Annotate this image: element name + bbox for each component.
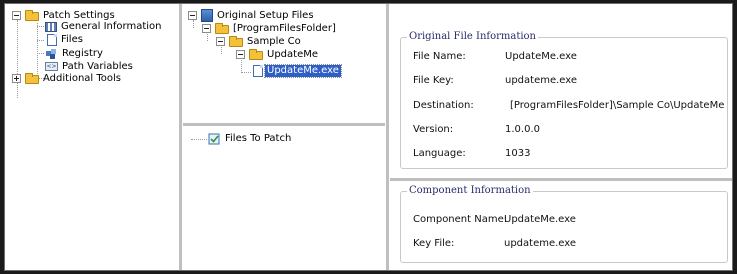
middle-pane-splitter[interactable]	[183, 123, 385, 126]
component-information-title: Component Information	[407, 185, 533, 196]
component-name-value: UpdateMe.exe	[504, 214, 576, 225]
left-pane-splitter[interactable]	[179, 4, 182, 270]
tree-node-registry[interactable]: Registry	[45, 47, 105, 60]
tree-label-updateme-exe: UpdateMe.exe	[264, 63, 342, 78]
file-icon	[253, 64, 263, 77]
files-icon	[47, 33, 57, 46]
collapse-updateme-toggle[interactable]	[236, 50, 245, 59]
collapse-original-setup-files-toggle[interactable]	[188, 11, 197, 20]
language-label: Language:	[413, 148, 466, 159]
patch-settings-tree-pane: Patch Settings General Information Files…	[7, 6, 177, 268]
main-window: Patch Settings General Information Files…	[4, 3, 733, 271]
tree-label-path-variables: Path Variables	[62, 60, 133, 72]
folder-closed-icon	[25, 73, 39, 84]
expand-additional-tools-toggle[interactable]	[12, 74, 21, 83]
tree-node-sample-co[interactable]: Sample Co	[216, 35, 303, 48]
version-value: 1.0.0.0	[505, 124, 540, 135]
tree-label-updateme-folder: UpdateMe	[267, 48, 318, 60]
folder-open-icon	[229, 36, 243, 47]
original-files-tree-pane: Original Setup Files [ProgramFilesFolder…	[183, 6, 385, 122]
patch-settings-tree: Patch Settings General Information Files…	[7, 6, 177, 268]
tree-node-original-setup-files[interactable]: Original Setup Files	[188, 9, 316, 22]
folder-open-icon	[25, 10, 39, 21]
collapse-sample-co-toggle[interactable]	[216, 37, 225, 46]
original-file-information-title: Original File Information	[407, 31, 539, 42]
setup-package-icon	[201, 9, 213, 22]
right-pane-splitter[interactable]	[386, 4, 389, 270]
destination-value: [ProgramFilesFolder]\Sample Co\UpdateMe	[510, 100, 725, 111]
tree-node-files[interactable]: Files	[45, 33, 85, 46]
tree-node-general-information[interactable]: General Information	[45, 20, 163, 33]
tree-node-updateme-exe[interactable]: UpdateMe.exe	[251, 63, 342, 78]
tree-label-program-files-folder: [ProgramFilesFolder]	[233, 22, 336, 34]
tree-label-sample-co: Sample Co	[247, 35, 301, 47]
file-key-value: updateme.exe	[505, 75, 578, 86]
general-information-icon	[45, 21, 57, 32]
tree-label-general-information: General Information	[61, 20, 162, 32]
component-information-group: Component Information Component Name: Up…	[400, 185, 728, 263]
collapse-patch-settings-toggle[interactable]	[12, 11, 21, 20]
registry-icon	[45, 48, 58, 60]
tree-label-registry: Registry	[62, 47, 103, 59]
details-separator	[390, 178, 732, 181]
tree-node-additional-tools[interactable]: Additional Tools	[12, 72, 123, 85]
destination-label: Destination:	[413, 100, 474, 111]
file-name-label: File Name:	[413, 51, 466, 62]
tree-label-files: Files	[61, 33, 83, 45]
collapse-program-files-toggle[interactable]	[202, 24, 211, 33]
folder-open-icon	[215, 23, 229, 34]
tree-label-original-setup-files: Original Setup Files	[217, 9, 314, 21]
original-file-information-group: Original File Information File Name: Upd…	[400, 31, 728, 169]
version-label: Version:	[413, 124, 454, 135]
patch-file-icon	[208, 133, 221, 145]
tree-label-additional-tools: Additional Tools	[43, 72, 122, 84]
language-value: 1033	[505, 148, 531, 159]
file-key-label: File Key:	[413, 75, 454, 86]
files-to-patch-pane: Files To Patch	[183, 127, 385, 268]
tree-node-files-to-patch[interactable]: Files To Patch	[208, 132, 293, 145]
folder-open-icon	[249, 49, 263, 60]
component-name-label: Component Name:	[413, 214, 508, 225]
tree-node-program-files-folder[interactable]: [ProgramFilesFolder]	[202, 22, 338, 35]
tree-label-files-to-patch: Files To Patch	[225, 132, 292, 144]
path-variables-icon: <>	[45, 62, 58, 71]
key-file-label: Key File:	[413, 238, 455, 249]
original-files-tree: Original Setup Files [ProgramFilesFolder…	[183, 6, 385, 122]
tree-node-updateme-folder[interactable]: UpdateMe	[236, 48, 320, 61]
file-name-value: UpdateMe.exe	[505, 51, 577, 62]
key-file-value: updateme.exe	[504, 238, 577, 249]
file-details-pane: Original File Information File Name: Upd…	[390, 6, 732, 268]
